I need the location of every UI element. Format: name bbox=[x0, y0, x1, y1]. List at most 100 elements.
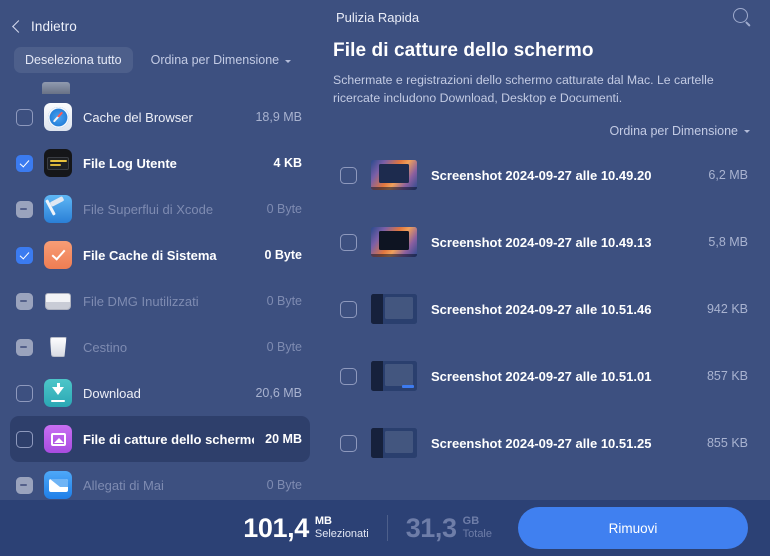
checkbox[interactable] bbox=[16, 246, 33, 264]
trash-icon bbox=[44, 333, 72, 361]
sidebar-item-size: 0 Byte bbox=[266, 294, 302, 308]
remove-button[interactable]: Rimuovi bbox=[518, 507, 748, 549]
sidebar-item-label: File Cache di Sistema bbox=[83, 247, 217, 263]
checkbox[interactable] bbox=[16, 476, 33, 494]
sidebar-item-label: File Log Utente bbox=[83, 155, 177, 171]
divider bbox=[386, 515, 388, 541]
category-list[interactable]: Cache del Browser 18,9 MB File Log Utent… bbox=[0, 76, 320, 500]
chevron-down-icon bbox=[285, 59, 292, 63]
sidebar-item-label: Cestino bbox=[83, 339, 128, 355]
file-size: 942 KB bbox=[706, 302, 748, 317]
categories-sidebar: Indietro Deseleziona tutto Ordina per Di… bbox=[0, 0, 320, 500]
file-name: Screenshot 2024-09-27 alle 10.51.46 bbox=[431, 301, 652, 317]
page-title: File di catture dello schermo bbox=[333, 40, 594, 61]
sidebar-item-downloads[interactable]: Download 20,6 MB bbox=[10, 370, 310, 416]
file-row[interactable]: Screenshot 2024-09-27 alle 10.51.01 857 … bbox=[332, 343, 756, 410]
total-word: Totale bbox=[462, 527, 492, 540]
file-name: Screenshot 2024-09-27 alle 10.49.20 bbox=[431, 167, 652, 183]
sidebar-item-size: 18,9 MB bbox=[255, 110, 302, 124]
back-button[interactable]: Indietro bbox=[0, 10, 320, 38]
search-icon[interactable] bbox=[733, 8, 748, 23]
file-size: 5,8 MB bbox=[708, 235, 748, 250]
sidebar-item-screenshots[interactable]: File di catture dello schermo 20 MB bbox=[10, 416, 310, 462]
checkbox[interactable] bbox=[16, 200, 33, 218]
sidebar-sort-label: Ordina per Dimensione bbox=[150, 53, 280, 67]
file-row[interactable]: Screenshot 2024-09-27 alle 10.51.46 942 … bbox=[332, 276, 756, 343]
checkbox[interactable] bbox=[340, 300, 357, 318]
page-description: Schermate e registrazioni dello schermo … bbox=[333, 73, 714, 105]
checkbox[interactable] bbox=[16, 154, 33, 172]
detail-sort-label: Ordina per Dimensione bbox=[609, 123, 738, 138]
sidebar-item-size: 0 Byte bbox=[266, 478, 302, 492]
checkbox[interactable] bbox=[16, 292, 33, 310]
main-content: Indietro Deseleziona tutto Ordina per Di… bbox=[0, 0, 770, 500]
sidebar-item-unused-dmg[interactable]: File DMG Inutilizzati 0 Byte bbox=[10, 278, 310, 324]
file-thumbnail bbox=[371, 428, 417, 459]
deselect-all-button[interactable]: Deseleziona tutto bbox=[14, 47, 133, 73]
sidebar-sort-control[interactable]: Ordina per Dimensione bbox=[151, 53, 292, 67]
file-size: 6,2 MB bbox=[708, 168, 748, 183]
file-size: 855 KB bbox=[706, 436, 748, 451]
quick-clean-window: Indietro Deseleziona tutto Ordina per Di… bbox=[0, 0, 770, 556]
total-unit: GB bbox=[462, 515, 480, 528]
sidebar-item-label: Cache del Browser bbox=[83, 109, 193, 125]
sidebar-header: Indietro Deseleziona tutto Ordina per Di… bbox=[0, 0, 320, 74]
sidebar-item-size: 20,6 MB bbox=[255, 386, 302, 400]
checkbox[interactable] bbox=[340, 233, 357, 251]
sidebar-item-label: File di catture dello schermo bbox=[83, 431, 255, 447]
sidebar-item-label: Download bbox=[83, 385, 141, 401]
sidebar-item-label: Allegati di Mai bbox=[83, 477, 164, 493]
sidebar-item-xcode-junk[interactable]: File Superflui di Xcode 0 Byte bbox=[10, 186, 310, 232]
selected-word: Selezionati bbox=[314, 527, 369, 540]
back-button-label: Indietro bbox=[31, 18, 77, 34]
checkbox[interactable] bbox=[16, 338, 33, 356]
sidebar-item-mail-attachments[interactable]: Allegati di Mai 0 Byte bbox=[10, 462, 310, 500]
file-row[interactable]: Screenshot 2024-09-27 alle 10.51.25 855 … bbox=[332, 410, 756, 477]
file-thumbnail bbox=[371, 294, 417, 325]
system-cache-icon bbox=[44, 241, 72, 269]
section-title: Pulizia Rapida bbox=[336, 9, 420, 25]
console-icon bbox=[44, 149, 72, 177]
mail-icon bbox=[44, 471, 72, 499]
sidebar-item-browser-cache[interactable]: Cache del Browser 18,9 MB bbox=[10, 94, 310, 140]
detail-sort-control[interactable]: Ordina per Dimensione bbox=[320, 108, 768, 138]
sidebar-item-system-cache[interactable]: File Cache di Sistema 0 Byte bbox=[10, 232, 310, 278]
detail-panel: Pulizia Rapida File di catture dello sch… bbox=[320, 0, 770, 500]
chevron-left-icon bbox=[12, 20, 25, 33]
checkbox[interactable] bbox=[16, 430, 33, 448]
selected-labels: MB Selezionati bbox=[315, 515, 369, 541]
download-icon bbox=[44, 379, 72, 407]
file-thumbnail bbox=[371, 160, 417, 191]
sidebar-item-label: File Superflui di Xcode bbox=[83, 201, 214, 217]
sidebar-toolbar: Deseleziona tutto Ordina per Dimensione bbox=[0, 38, 320, 74]
detail-header: File di catture dello schermo Schermate … bbox=[320, 34, 768, 108]
checkbox[interactable] bbox=[340, 434, 357, 452]
checkbox[interactable] bbox=[340, 166, 357, 184]
file-row[interactable]: Screenshot 2024-09-27 alle 10.49.13 5,8 … bbox=[332, 209, 756, 276]
checkbox[interactable] bbox=[340, 367, 357, 385]
xcode-icon bbox=[44, 195, 72, 223]
total-value: 31,3 bbox=[405, 512, 457, 543]
selected-total: 101,4 MB Selezionati bbox=[243, 512, 369, 543]
list-item-partial[interactable] bbox=[10, 76, 310, 94]
overall-total: 31,3 GB Totale bbox=[405, 512, 492, 543]
checkbox[interactable] bbox=[16, 108, 33, 126]
status-bar: 101,4 MB Selezionati 31,3 GB Totale Rimu… bbox=[0, 500, 770, 556]
selected-value: 101,4 bbox=[243, 512, 309, 543]
file-name: Screenshot 2024-09-27 alle 10.51.25 bbox=[431, 435, 652, 451]
file-row[interactable]: Screenshot 2024-09-27 alle 10.49.20 6,2 … bbox=[332, 142, 756, 209]
checkbox[interactable] bbox=[16, 384, 33, 402]
totals-group: 101,4 MB Selezionati 31,3 GB Totale bbox=[243, 512, 492, 543]
sidebar-item-user-logs[interactable]: File Log Utente 4 KB bbox=[10, 140, 310, 186]
disk-image-icon bbox=[44, 287, 72, 315]
sidebar-item-size: 0 Byte bbox=[266, 340, 302, 354]
sidebar-item-size: 20 MB bbox=[265, 432, 302, 446]
total-labels: GB Totale bbox=[463, 515, 492, 541]
sidebar-item-size: 0 Byte bbox=[264, 248, 302, 262]
safari-icon bbox=[44, 103, 72, 131]
screenshots-icon bbox=[44, 425, 72, 453]
sidebar-item-trash[interactable]: Cestino 0 Byte bbox=[10, 324, 310, 370]
partial-app-icon bbox=[42, 82, 70, 94]
chevron-down-icon bbox=[744, 130, 750, 134]
file-list[interactable]: Screenshot 2024-09-27 alle 10.49.20 6,2 … bbox=[320, 138, 768, 500]
